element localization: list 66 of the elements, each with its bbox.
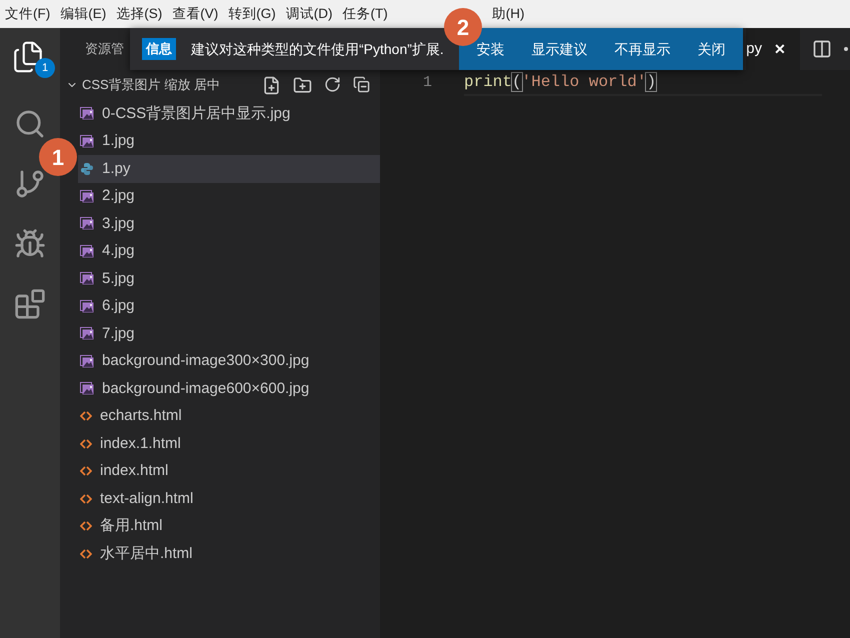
notification-count: 1 <box>35 58 55 78</box>
image-file-icon <box>80 217 94 230</box>
notification-button[interactable]: 显示建议 <box>532 38 588 60</box>
image-file-icon <box>80 190 94 203</box>
file-item[interactable]: 2.jpg <box>78 182 380 210</box>
new-folder-icon[interactable] <box>293 76 312 94</box>
code-file-icon <box>80 410 92 422</box>
debug-icon[interactable] <box>14 228 46 260</box>
file-item[interactable]: 5.jpg <box>78 265 380 292</box>
close-icon[interactable]: ✕ <box>774 38 786 60</box>
extensions-icon[interactable] <box>14 288 46 320</box>
menu-item[interactable]: 助(H) <box>486 4 530 24</box>
menu-item[interactable]: 调试(D) <box>280 4 338 24</box>
search-icon[interactable] <box>14 108 46 140</box>
python-file-icon <box>80 162 94 176</box>
source-control-icon[interactable] <box>14 168 46 200</box>
file-item[interactable]: echarts.html <box>78 402 380 430</box>
editor-tab[interactable]: py ✕ <box>746 28 800 70</box>
file-item[interactable]: 1.jpg <box>78 128 380 155</box>
collapse-icon[interactable] <box>353 76 370 92</box>
folder-header[interactable]: CSS背景图片 缩放 居中 <box>60 70 380 100</box>
code-file-icon <box>80 548 92 560</box>
split-editor-icon[interactable] <box>812 39 832 59</box>
info-label: 信息 <box>142 38 176 60</box>
code-file-icon <box>80 492 92 505</box>
image-file-icon <box>80 244 94 258</box>
code-file-icon <box>80 438 92 450</box>
file-item[interactable]: 0-CSS背景图片居中显示.jpg <box>78 100 380 128</box>
image-file-icon <box>80 134 94 148</box>
line-number: 1 <box>422 72 432 93</box>
code-file-icon <box>80 465 92 478</box>
file-item[interactable]: 7.jpg <box>78 320 380 348</box>
image-file-icon <box>80 272 94 286</box>
menu-item[interactable]: 编辑(E) <box>55 4 112 24</box>
notification-message: 建议对这种类型的文件使用“Python”扩展. <box>191 40 445 59</box>
file-item[interactable]: 水平居中.html <box>78 540 380 568</box>
image-file-icon <box>80 327 94 340</box>
code-line: print('Hello world') <box>464 72 656 93</box>
refresh-icon[interactable] <box>324 76 341 92</box>
explorer-button[interactable]: 1 <box>11 40 55 80</box>
code-file-icon <box>80 520 92 532</box>
file-item[interactable]: 3.jpg <box>78 210 380 238</box>
file-item[interactable]: background-image600×600.jpg <box>78 375 380 402</box>
file-item[interactable]: text-align.html <box>78 485 380 512</box>
menu-item[interactable]: 选择(S) <box>111 4 168 24</box>
menu-item[interactable]: 转到(G) <box>223 4 281 24</box>
menu-item[interactable]: 查看(V) <box>167 4 224 24</box>
more-icon[interactable] <box>844 47 848 51</box>
menu-item[interactable]: 文件(F) <box>0 4 56 24</box>
file-item[interactable]: background-image300×300.jpg <box>78 348 380 375</box>
file-item[interactable]: 6.jpg <box>78 292 380 320</box>
file-item[interactable]: 备用.html <box>78 512 380 540</box>
folder-name: CSS背景图片 缩放 居中 <box>82 76 221 94</box>
file-item[interactable]: index.1.html <box>78 430 380 458</box>
file-item[interactable]: 4.jpg <box>78 238 380 265</box>
file-item[interactable]: index.html <box>78 458 380 485</box>
sidebar-title: 资源管 <box>85 40 124 58</box>
image-file-icon <box>80 300 94 313</box>
notification-button[interactable]: 不再显示 <box>614 38 670 60</box>
file-item[interactable]: 1.py <box>78 155 380 182</box>
image-file-icon <box>80 107 94 120</box>
image-file-icon <box>80 382 94 396</box>
menu-item[interactable]: 任务(T) <box>338 4 393 24</box>
new-file-icon[interactable] <box>262 76 281 94</box>
image-file-icon <box>80 354 94 368</box>
notification-button[interactable]: 关闭 <box>698 38 726 60</box>
